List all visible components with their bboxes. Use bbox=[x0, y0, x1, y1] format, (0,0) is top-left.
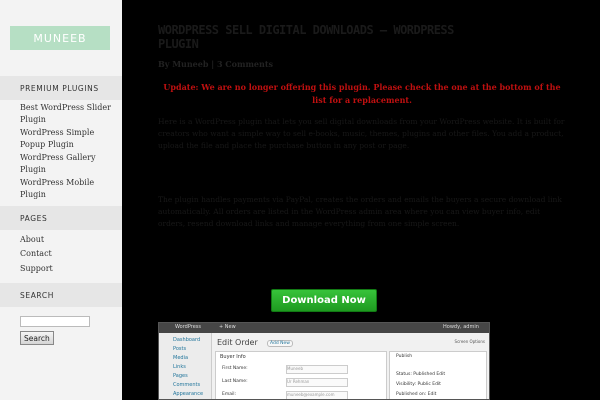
update-notice: Update: We are no longer offering this p… bbox=[163, 82, 561, 105]
wp-field-label: Email: bbox=[222, 392, 237, 397]
post-title[interactable]: WORDPRESS SELL DIGITAL DOWNLOADS – WORDP… bbox=[158, 23, 478, 51]
post-meta: By Muneeb | 3 Comments bbox=[158, 59, 274, 69]
wp-publish-title: Publish bbox=[396, 354, 413, 359]
wp-bar-howdy: Howdy, admin bbox=[443, 324, 479, 330]
wp-publish-box: Publish Status: Published Edit Visibilit… bbox=[389, 351, 487, 399]
download-now-button[interactable]: Download Now bbox=[271, 289, 377, 312]
wp-publish-line: Published on: Edit bbox=[396, 392, 437, 397]
sidebar-link-slider[interactable]: Best WordPress Slider Plugin bbox=[20, 102, 116, 126]
main-content: WORDPRESS SELL DIGITAL DOWNLOADS – WORDP… bbox=[122, 0, 600, 400]
search-input[interactable] bbox=[20, 316, 90, 327]
search-heading: SEARCH bbox=[0, 283, 122, 307]
wp-bar-site: WordPress bbox=[175, 324, 202, 330]
sidebar-link-gallery[interactable]: WordPress Gallery Plugin bbox=[20, 152, 116, 176]
intro-paragraph: Here is a WordPress plugin that lets you… bbox=[158, 117, 565, 150]
wp-admin-bar: WordPress + New Howdy, admin bbox=[159, 323, 489, 333]
wp-field-label: Last Name: bbox=[222, 379, 248, 384]
wp-field-input: muneeb@example.com bbox=[286, 391, 348, 399]
wp-publish-line: Status: Published Edit bbox=[396, 372, 446, 377]
wp-menu-item: Comments bbox=[173, 382, 201, 388]
wp-field-input: Muneeb bbox=[286, 365, 348, 374]
wp-field-label: First Name: bbox=[222, 366, 248, 371]
wp-add-new-button: Add New bbox=[267, 340, 293, 347]
wp-field-input: Ur Rehman bbox=[286, 378, 348, 387]
details-paragraph: The plugin handles payments via PayPal, … bbox=[158, 195, 562, 228]
sidebar: MUNEEB PREMIUM PLUGINS Best WordPress Sl… bbox=[0, 0, 122, 400]
wp-publish-line: Visibility: Public Edit bbox=[396, 382, 441, 387]
wp-bar-new: + New bbox=[219, 324, 236, 330]
wp-menu-item: Media bbox=[173, 355, 189, 361]
pages-heading: PAGES bbox=[0, 206, 122, 230]
wp-menu-item: Posts bbox=[173, 346, 187, 352]
sidebar-link-about[interactable]: About bbox=[20, 234, 116, 246]
wp-buyer-info-box: Buyer Info First Name: Muneeb Last Name:… bbox=[215, 351, 387, 399]
wp-menu-item: Pages bbox=[173, 373, 188, 379]
sidebar-link-popup[interactable]: WordPress Simple Popup Plugin bbox=[20, 127, 116, 151]
premium-plugins-heading: PREMIUM PLUGINS bbox=[0, 76, 122, 100]
sidebar-link-contact[interactable]: Contact bbox=[20, 248, 116, 260]
site-logo[interactable]: MUNEEB bbox=[10, 26, 110, 50]
wp-edit-order-title: Edit Order bbox=[217, 338, 258, 347]
plugin-screenshot: WordPress + New Howdy, admin Dashboard P… bbox=[158, 322, 490, 400]
wp-screen-options: Screen Options bbox=[454, 339, 485, 344]
sidebar-link-mobile[interactable]: WordPress Mobile Plugin bbox=[20, 177, 116, 201]
wp-menu-item: Dashboard bbox=[173, 337, 201, 343]
wp-menu-item: Appearance bbox=[173, 391, 204, 397]
wp-buyer-info-title: Buyer Info bbox=[220, 354, 246, 360]
sidebar-link-support[interactable]: Support bbox=[20, 263, 116, 275]
wp-menu-item: Links bbox=[173, 364, 186, 370]
search-button[interactable]: Search bbox=[20, 331, 54, 345]
wp-admin-menu: Dashboard Posts Media Links Pages Commen… bbox=[159, 333, 212, 399]
